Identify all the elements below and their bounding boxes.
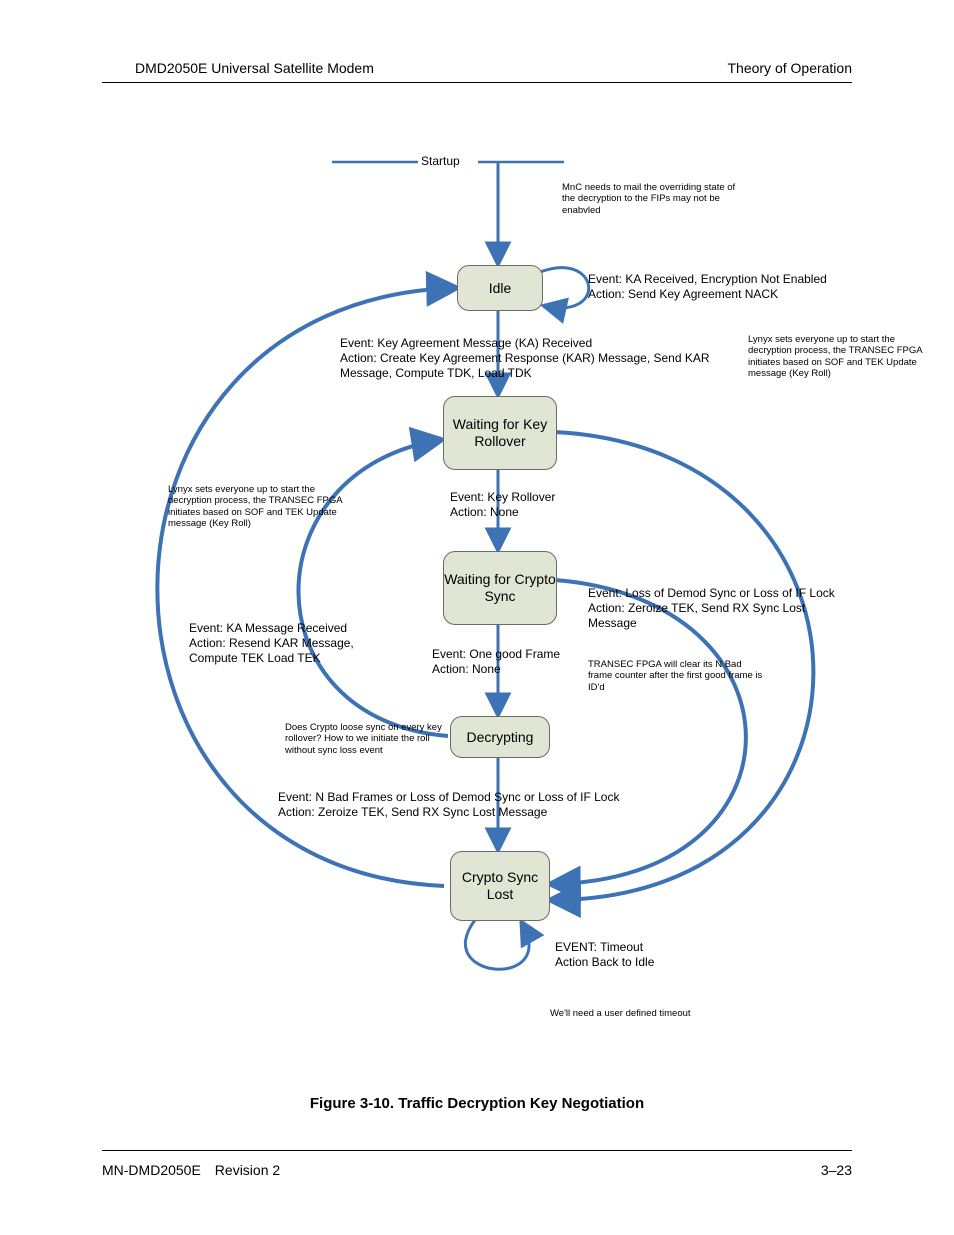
label-idle-to-waitkey: Event: Key Agreement Message (KA) Receiv… bbox=[340, 336, 720, 381]
state-waiting-crypto-sync: Waiting for Crypto Sync bbox=[443, 551, 557, 625]
state-crypto-sync-lost: Crypto Sync Lost bbox=[450, 851, 550, 921]
label-timeout: EVENT: TimeoutAction Back to Idle bbox=[555, 940, 725, 970]
note-crypto-question: Does Crypto loose sync on every key roll… bbox=[285, 722, 455, 756]
state-decrypting: Decrypting bbox=[450, 716, 550, 758]
note-lynyx-right: Lynyx sets everyone up to start the decr… bbox=[748, 334, 928, 380]
note-lynyx-left: Lynyx sets everyone up to start the decr… bbox=[168, 484, 348, 530]
label-one-good-frame: Event: One good FrameAction: None bbox=[432, 647, 582, 677]
note-transec: TRANSEC FPGA will clear its N Bad frame … bbox=[588, 659, 768, 693]
label-idle-self: Event: KA Received, Encryption Not Enabl… bbox=[588, 272, 848, 302]
label-loss-demod: Event: Loss of Demod Sync or Loss of IF … bbox=[588, 586, 848, 631]
label-nbad-frames: Event: N Bad Frames or Loss of Demod Syn… bbox=[278, 790, 698, 820]
note-mnc: MnC needs to mail the overriding state o… bbox=[562, 182, 742, 216]
startup-label: Startup bbox=[421, 154, 460, 168]
state-idle: Idle bbox=[457, 265, 543, 311]
state-waiting-key-rollover: Waiting for Key Rollover bbox=[443, 396, 557, 470]
label-ka-received: Event: KA Message ReceivedAction: Resend… bbox=[189, 621, 389, 666]
note-user-timeout: We'll need a user defined timeout bbox=[550, 1008, 750, 1019]
label-key-rollover: Event: Key RolloverAction: None bbox=[450, 490, 600, 520]
